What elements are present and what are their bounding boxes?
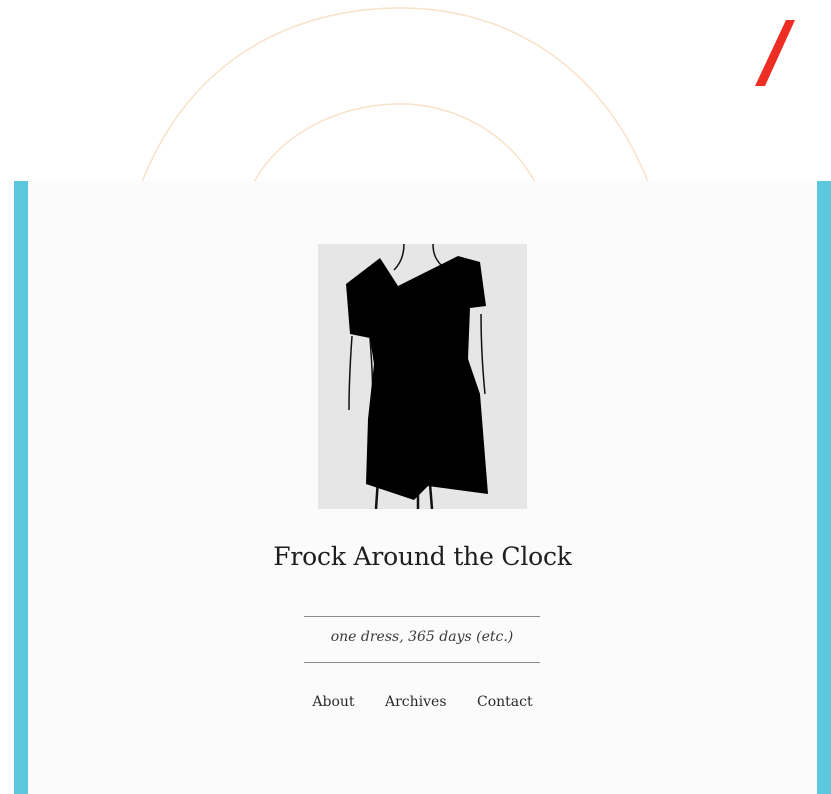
main-nav: About Archives Contact (0, 694, 831, 710)
tagline-bottom-rule (304, 662, 540, 663)
dress-illustration-icon (318, 243, 527, 510)
inner-arc (253, 103, 536, 183)
red-slash-icon[interactable] (0, 0, 831, 100)
nav-item-about[interactable]: About (312, 694, 354, 710)
nav-item-contact[interactable]: Contact (477, 694, 533, 710)
site-title[interactable]: Frock Around the Clock (0, 542, 831, 571)
site-tagline: one dress, 365 days (etc.) (330, 629, 514, 645)
nav-item-archives[interactable]: Archives (385, 694, 447, 710)
tagline-top-rule (304, 616, 540, 617)
page: Frock Around the Clock one dress, 365 da… (0, 0, 831, 794)
header-image-link[interactable] (318, 243, 527, 510)
